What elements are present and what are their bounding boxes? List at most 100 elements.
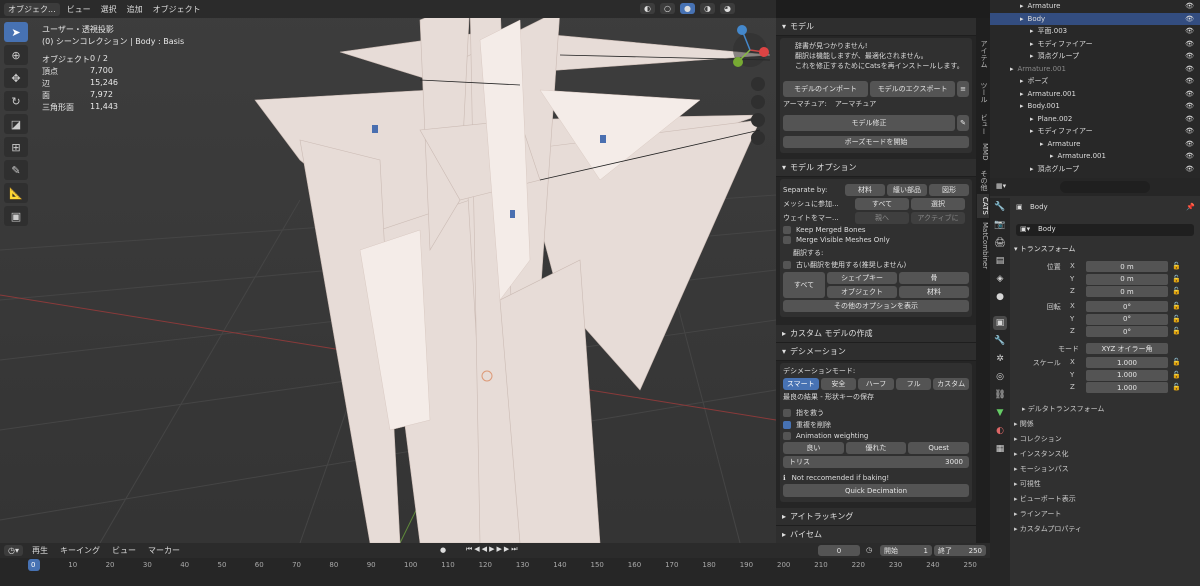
animation-weighting-checkbox[interactable] (783, 432, 791, 440)
pose-mode-button[interactable]: ポーズモードを開始 (783, 136, 969, 148)
rotation-field[interactable]: 0° (1086, 313, 1168, 325)
move-tool-icon[interactable]: ✥ (4, 68, 28, 88)
menu-object[interactable]: オブジェクト (150, 3, 204, 16)
object-name-field[interactable]: ▣▾ Body (1016, 224, 1194, 236)
property-section-header[interactable]: ▸ ビューポート表示 (1014, 494, 1076, 504)
rotate-tool-icon[interactable]: ↻ (4, 91, 28, 111)
visibility-icon[interactable]: 👁 (1185, 65, 1194, 73)
property-section-header[interactable]: ▸ インスタンス化 (1014, 449, 1068, 459)
visibility-icon[interactable]: 👁 (1185, 90, 1194, 98)
visibility-icon[interactable]: 👁 (1185, 27, 1194, 35)
outliner-row[interactable]: ▸ Body.001 👁 (990, 100, 1200, 112)
marker-menu[interactable]: マーカー (145, 544, 183, 557)
quality-good-button[interactable]: 良い (783, 442, 844, 454)
lock-icon[interactable]: 🔓 (1172, 327, 1181, 335)
location-field[interactable]: 0 m (1086, 273, 1168, 285)
visibility-icon[interactable]: 👁 (1185, 77, 1194, 85)
outliner-row[interactable]: ▸ Armature 👁 (990, 138, 1200, 150)
expand-icon[interactable]: ▸ (1030, 52, 1034, 60)
playback-controls[interactable]: ⏮◀◀▶▶▶⏭ (466, 545, 520, 554)
model-panel-header[interactable]: ▾ モデル (776, 18, 976, 36)
outliner-row[interactable]: ▸ 頂点グループ 👁 (990, 163, 1200, 175)
transform-tool-icon[interactable]: ⊞ (4, 137, 28, 157)
fix-model-button[interactable]: モデル修正 (783, 115, 955, 131)
translate-shapekeys-button[interactable]: シェイプキー (827, 272, 897, 284)
remove-doubles-checkbox[interactable] (783, 421, 791, 429)
visibility-icon[interactable]: 👁 (1185, 102, 1194, 110)
visibility-icon[interactable]: 👁 (1185, 152, 1194, 160)
merge-to-active-button[interactable]: アクティブに (911, 212, 965, 224)
constraints-tab-icon[interactable]: ⛓ (993, 388, 1007, 402)
3d-viewport[interactable]: オブジェク... ビュー 選択 追加 オブジェクト ◐ ○ ● ◑ ◕ ➤ ⊕ … (0, 0, 776, 543)
start-frame-field[interactable]: 開始 1 (880, 545, 932, 556)
add-cube-tool-icon[interactable]: ▣ (4, 206, 28, 226)
quick-decimation-button[interactable]: Quick Decimation (783, 484, 969, 497)
property-section-header[interactable]: ▸ ラインアート (1014, 509, 1061, 519)
armature-select[interactable]: アーマチュア (835, 99, 876, 109)
tab-cats[interactable]: CATS (977, 194, 989, 218)
outliner-row[interactable]: ▸ Armature.001 👁 (990, 88, 1200, 100)
overlay-icon[interactable]: ◐ (640, 3, 655, 14)
physics-tab-icon[interactable]: ◎ (993, 370, 1007, 384)
separate-shape-button[interactable]: 図形 (929, 184, 969, 196)
property-section-header[interactable]: ▸ 可視性 (1014, 479, 1041, 489)
outliner-row[interactable]: ▸ Body 👁 (990, 12, 1200, 25)
particles-tab-icon[interactable]: ✲ (993, 352, 1007, 366)
tab-view[interactable]: ビュー (977, 110, 989, 138)
expand-icon[interactable]: ▸ (1020, 15, 1024, 23)
expand-icon[interactable]: ▸ (1030, 165, 1034, 173)
select-tool-icon[interactable]: ➤ (4, 22, 28, 42)
dec-mode-custom-button[interactable]: カスタム (933, 378, 969, 390)
outliner-row[interactable]: ▸ モディファイアー 👁 (990, 125, 1200, 137)
expand-icon[interactable]: ▸ (1030, 115, 1034, 123)
lock-icon[interactable]: 🔓 (1172, 262, 1181, 270)
translate-materials-button[interactable]: 材料 (899, 286, 969, 298)
quality-excellent-button[interactable]: 優れた (845, 442, 907, 454)
more-options-button[interactable]: その他のオプションを表示 (783, 300, 969, 312)
output-tab-icon[interactable]: 🖨 (993, 236, 1007, 250)
property-section-header[interactable]: ▸ デルタトランスフォーム (1022, 404, 1104, 414)
old-translate-checkbox[interactable] (783, 261, 791, 269)
outliner-row[interactable]: ▸ Armature.001 👁 (990, 150, 1200, 162)
scale-field[interactable]: 1.000 (1086, 357, 1168, 368)
location-field[interactable]: 0 m (1086, 261, 1168, 272)
object-tab-icon[interactable]: ▣ (993, 316, 1007, 330)
visibility-icon[interactable]: 👁 (1185, 52, 1194, 60)
mode-select[interactable]: オブジェク... (4, 2, 60, 16)
data-tab-icon[interactable]: ▼ (993, 406, 1007, 420)
tab-matcombiner[interactable]: MatCombiner (977, 222, 989, 270)
import-model-button[interactable]: モデルのインポート (783, 81, 869, 97)
property-section-header[interactable]: ▸ 関係 (1014, 419, 1034, 429)
solid-shading-icon[interactable]: ● (679, 3, 695, 14)
expand-icon[interactable]: ▸ (1020, 90, 1024, 98)
property-section-header[interactable]: ▸ コレクション (1014, 434, 1062, 444)
current-frame-field[interactable]: 0 (818, 545, 860, 556)
expand-icon[interactable]: ▸ (1050, 152, 1054, 160)
visibility-icon[interactable]: 👁 (1185, 40, 1194, 48)
rotation-field[interactable]: 0° (1086, 301, 1168, 312)
menu-icon[interactable]: ≡ (957, 81, 969, 97)
decimation-header[interactable]: ▾ デシメーション (776, 343, 976, 361)
expand-icon[interactable]: ▸ (1030, 40, 1034, 48)
scale-field[interactable]: 1.000 (1086, 382, 1168, 393)
wireframe-shading-icon[interactable]: ○ (659, 3, 675, 14)
viseme-header[interactable]: ▸ バイセム (776, 526, 976, 543)
editor-type-icon[interactable]: ◷▾ (4, 545, 23, 556)
keep-merged-checkbox[interactable] (783, 226, 791, 234)
keying-menu[interactable]: キーイング (57, 544, 103, 557)
outliner-row[interactable]: ▸ Plane.002 👁 (990, 113, 1200, 125)
transform-header[interactable]: ▾ トランスフォーム (1014, 244, 1075, 254)
scale-tool-icon[interactable]: ◪ (4, 114, 28, 134)
lock-icon[interactable]: 🔓 (1172, 371, 1181, 379)
outliner-row[interactable]: ▸ モディファイアー 👁 (990, 38, 1200, 50)
scene-tab-icon[interactable]: ◈ (993, 272, 1007, 286)
model-options-header[interactable]: ▾ モデル オプション (776, 159, 976, 177)
property-section-header[interactable]: ▸ モーションパス (1014, 464, 1069, 474)
measure-tool-icon[interactable]: 📐 (4, 183, 28, 203)
menu-add[interactable]: 追加 (124, 3, 146, 16)
navigation-gizmo[interactable] (728, 22, 774, 182)
export-model-button[interactable]: モデルのエクスポート (870, 81, 956, 97)
outliner-row[interactable]: ▸ ポーズ 👁 (990, 75, 1200, 87)
visibility-icon[interactable]: 👁 (1185, 140, 1194, 148)
custom-model-header[interactable]: ▸ カスタム モデルの作成 (776, 325, 976, 343)
